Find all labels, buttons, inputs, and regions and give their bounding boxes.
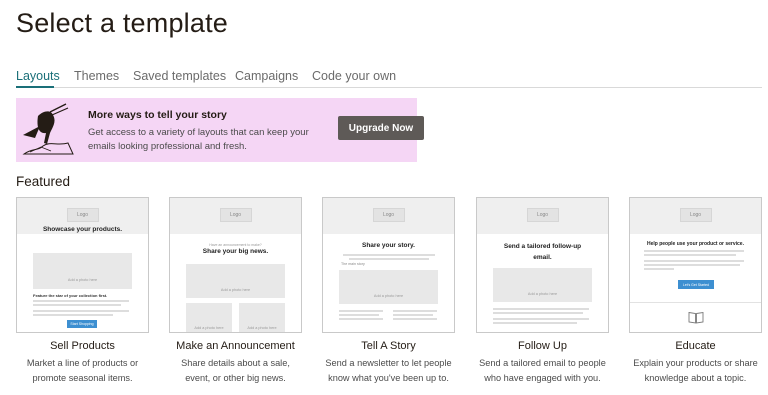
thumb-text-line (339, 310, 383, 312)
thumb-text-line (349, 258, 429, 260)
thumb-heading: Showcase your products. (42, 226, 123, 233)
tab-code-your-own[interactable]: Code your own (312, 69, 396, 83)
thumb-text-line (493, 312, 583, 314)
tab-campaigns[interactable]: Campaigns (235, 69, 298, 83)
thumb-photo-label: Add a photo here (247, 326, 277, 330)
thumb-photo-placeholder-left: Add a photo here (186, 303, 232, 332)
card-description: Send a tailored email to people who have… (479, 358, 606, 383)
card-description: Explain your products or share knowledge… (633, 358, 758, 383)
template-thumbnail[interactable]: Logo Have an announcement to make? Share… (169, 197, 302, 333)
thumb-photo-label: Add a photo here (194, 326, 224, 330)
thumb-logo: Logo (219, 208, 252, 222)
card-title: Follow Up (518, 340, 567, 352)
upgrade-promo-banner: More ways to tell your story Get access … (16, 98, 424, 162)
thumb-divider (630, 302, 761, 303)
card-description: Share details about a sale, event, or ot… (181, 358, 290, 383)
thumb-text-line (644, 268, 674, 270)
thumb-subheading: Have an announcement to make? (209, 243, 262, 247)
card-description: Market a line of products or promote sea… (26, 358, 139, 383)
page-title: Select a template (16, 8, 229, 38)
thumb-text-line (343, 254, 435, 256)
thumb-heading: Send a tailored follow-up email. (503, 243, 582, 261)
thumb-heading: Share your story. (362, 242, 415, 249)
template-thumbnail[interactable]: Logo Share your story. The main story Ad… (322, 197, 455, 333)
card-description: Send a newsletter to let people know wha… (325, 358, 452, 383)
tab-layouts[interactable]: Layouts (16, 69, 60, 83)
promo-title: More ways to tell your story (88, 109, 227, 121)
thumb-logo: Logo (372, 208, 405, 222)
thumb-photo-label: Add a photo here (527, 292, 558, 296)
thumb-text-line (493, 308, 589, 310)
thumb-heading: Share your big news. (202, 248, 269, 255)
active-tab-indicator (16, 86, 54, 88)
template-card-sell-products[interactable]: Logo Showcase your products. Add a photo… (16, 197, 149, 386)
thumb-text-line (644, 250, 744, 252)
thumb-photo-placeholder-right: Add a photo here (239, 303, 285, 332)
thumb-text-line (33, 304, 121, 306)
template-thumbnail[interactable]: Logo Showcase your products. Add a photo… (16, 197, 149, 333)
thumb-story-label: The main story (341, 262, 365, 266)
template-thumbnail[interactable]: Logo Send a tailored follow-up email. Ad… (476, 197, 609, 333)
thumb-text-line (644, 260, 744, 262)
template-card-tell-a-story[interactable]: Logo Share your story. The main story Ad… (322, 197, 455, 386)
thumb-photo-placeholder: Add a photo here (493, 268, 592, 302)
template-card-follow-up[interactable]: Logo Send a tailored follow-up email. Ad… (476, 197, 609, 386)
card-title: Make an Announcement (176, 340, 295, 352)
upgrade-now-button[interactable]: Upgrade Now (338, 116, 424, 140)
thumb-text-line (393, 314, 433, 316)
thumb-text-line (33, 300, 129, 302)
thumb-text-line (393, 310, 437, 312)
thumb-text-line (339, 318, 383, 320)
thumb-text-line (644, 264, 740, 266)
thumb-logo: Logo (526, 208, 559, 222)
tab-themes[interactable]: Themes (74, 69, 119, 83)
thumb-text-line (393, 318, 437, 320)
thumb-photo-placeholder: Add a photo here (33, 253, 132, 289)
thumb-photo-label: Add a photo here (220, 288, 251, 292)
thumb-button: Start Shopping (67, 320, 97, 328)
card-title: Sell Products (50, 340, 115, 352)
template-card-make-an-announcement[interactable]: Logo Have an announcement to make? Share… (169, 197, 302, 386)
writer-illustration-icon (22, 103, 74, 155)
template-tabs: Layouts Themes Saved templates Campaigns… (16, 66, 762, 88)
card-title: Tell A Story (361, 340, 416, 352)
thumb-photo-label: Add a photo here (373, 294, 404, 298)
template-card-educate[interactable]: Logo Help people use your product or ser… (629, 197, 762, 386)
tab-saved-templates[interactable]: Saved templates (133, 69, 226, 83)
thumb-text-line (493, 318, 589, 320)
promo-text: Get access to a variety of layouts that … (88, 127, 309, 152)
thumb-photo-placeholder: Add a photo here (186, 264, 285, 298)
featured-heading: Featured (16, 174, 71, 189)
thumb-body-title: Feature the star of your collection firs… (33, 293, 108, 298)
thumb-heading: Help people use your product or service. (647, 241, 744, 247)
thumb-text-line (33, 310, 129, 312)
thumb-text-line (644, 254, 736, 256)
template-thumbnail[interactable]: Logo Help people use your product or ser… (629, 197, 762, 333)
thumb-button: Let's Get Started (678, 280, 714, 289)
thumb-photo-placeholder: Add a photo here (339, 270, 438, 304)
thumb-text-line (339, 314, 379, 316)
thumb-text-line (33, 314, 113, 316)
thumb-text-line (493, 322, 577, 324)
thumb-photo-label: Add a photo here (67, 278, 98, 282)
thumb-logo: Logo (679, 208, 712, 222)
card-title: Educate (675, 340, 716, 352)
book-icon (688, 311, 704, 324)
thumb-logo: Logo (66, 208, 99, 222)
